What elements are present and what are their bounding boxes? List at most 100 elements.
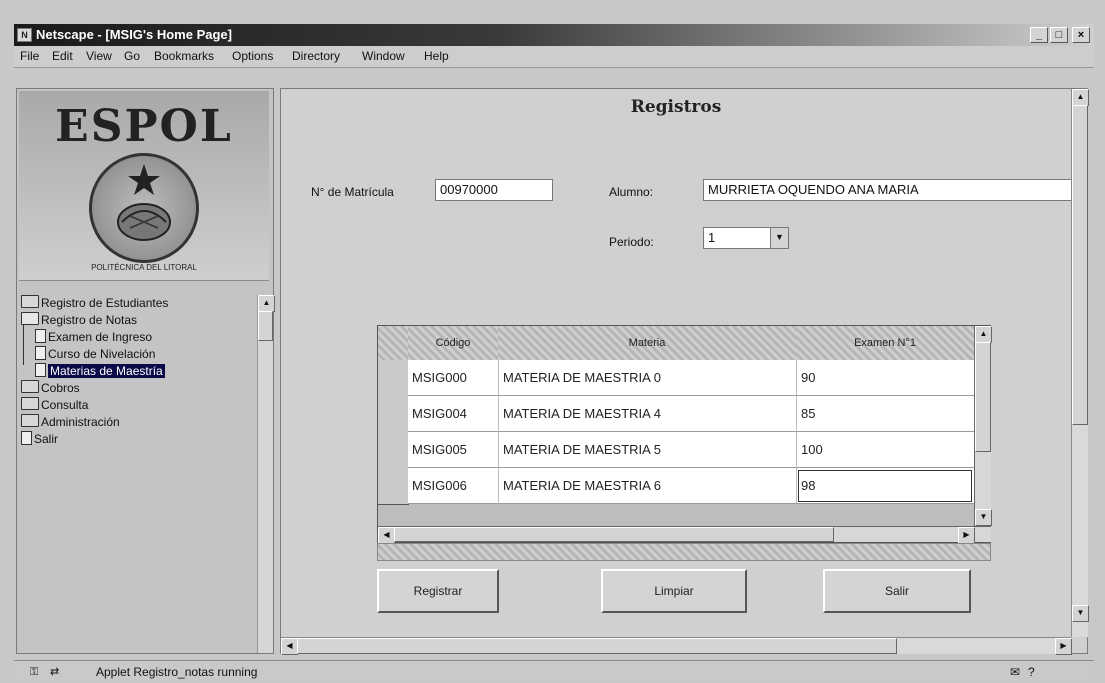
scroll-up-icon[interactable]: ▲ (258, 295, 275, 312)
cell-nota-editing[interactable]: 98 (796, 468, 974, 504)
menu-edit[interactable]: Edit (52, 49, 73, 63)
notas-table: Código Materia Examen N°1 MSIG000 MATERI… (377, 325, 992, 544)
document-icon (35, 363, 46, 377)
mail-icon[interactable]: ✉ (1010, 661, 1020, 683)
folder-open-icon (21, 312, 39, 325)
tree-item-administracion[interactable]: Administración (21, 414, 120, 430)
navigation-tree: Registro de Estudiantes Registro de Nota… (21, 295, 249, 595)
periodo-select[interactable]: 1 ▼ (703, 227, 789, 249)
menu-go[interactable]: Go (124, 49, 140, 63)
folder-icon (21, 380, 39, 393)
navigation-frame: ESPOL POLITÉCNICA DEL LITORAL Registro d… (16, 88, 275, 654)
menu-help[interactable]: Help (424, 49, 449, 63)
periodo-label: Periodo: (609, 235, 654, 249)
tree-item-registro-estudiantes[interactable]: Registro de Estudiantes (21, 295, 168, 311)
alumno-label: Alumno: (609, 185, 654, 199)
row-header[interactable] (378, 468, 409, 505)
row-header[interactable] (378, 432, 409, 469)
tree-item-salir[interactable]: Salir (21, 431, 58, 447)
scroll-thumb[interactable] (258, 311, 273, 341)
connection-icon: ⇄ (50, 666, 60, 678)
window-titlebar: N Netscape - [MSIG's Home Page] _ □ × (14, 24, 1094, 46)
scroll-right-icon[interactable]: ▶ (1055, 638, 1072, 655)
column-header-codigo[interactable]: Código (408, 326, 499, 361)
help-question-icon[interactable]: ? (1028, 661, 1035, 683)
document-icon (21, 431, 32, 445)
espol-logo: ESPOL POLITÉCNICA DEL LITORAL (19, 91, 269, 281)
netscape-app-icon[interactable]: N (17, 28, 32, 42)
chevron-down-icon[interactable]: ▼ (770, 228, 788, 248)
column-header-examen[interactable]: Examen N°1 (796, 326, 975, 361)
menu-file[interactable]: File (20, 49, 39, 63)
cell-nota[interactable]: 90 (796, 360, 974, 396)
cell-codigo[interactable]: MSIG006 (408, 468, 498, 504)
tree-item-cobros[interactable]: Cobros (21, 380, 80, 396)
matricula-label: N° de Matrícula (311, 185, 394, 199)
matricula-input[interactable]: 00970000 (435, 179, 553, 201)
table-row[interactable]: MSIG004 MATERIA DE MAESTRIA 4 85 (378, 396, 974, 433)
scroll-up-icon[interactable]: ▲ (975, 326, 992, 343)
cell-materia[interactable]: MATERIA DE MAESTRIA 4 (498, 396, 796, 432)
tree-item-consulta[interactable]: Consulta (21, 397, 88, 413)
scroll-thumb[interactable] (394, 527, 834, 542)
logo-wordmark: ESPOL (55, 101, 233, 152)
cell-materia[interactable]: MATERIA DE MAESTRIA 6 (498, 468, 796, 504)
minimize-button[interactable]: _ (1030, 27, 1048, 43)
seal-emblem-icon (117, 164, 171, 241)
scroll-up-icon[interactable]: ▲ (1072, 89, 1089, 106)
page-vertical-scrollbar[interactable]: ▲ ▼ (1071, 89, 1089, 637)
table-row[interactable]: MSIG000 MATERIA DE MAESTRIA 0 90 (378, 360, 974, 397)
table-row[interactable]: MSIG006 MATERIA DE MAESTRIA 6 98 (378, 468, 974, 505)
page-title: Registros (630, 97, 722, 117)
menu-view[interactable]: View (86, 49, 112, 63)
limpiar-button[interactable]: Limpiar (601, 569, 747, 613)
espol-seal-icon (89, 153, 199, 263)
menu-options[interactable]: Options (232, 49, 273, 63)
tree-item-examen-ingreso[interactable]: Examen de Ingreso (35, 329, 152, 345)
maximize-button[interactable]: □ (1050, 27, 1068, 43)
cell-codigo[interactable]: MSIG000 (408, 360, 498, 396)
scroll-thumb[interactable] (975, 342, 991, 452)
folder-icon (21, 295, 39, 308)
tree-scrollbar[interactable]: ▲ (257, 295, 275, 653)
document-icon (35, 346, 46, 360)
scroll-thumb[interactable] (1072, 105, 1088, 425)
scroll-right-icon[interactable]: ▶ (958, 527, 975, 544)
table-footer-bar (377, 543, 991, 561)
tree-item-registro-notas[interactable]: Registro de Notas (21, 312, 137, 328)
scroll-thumb[interactable] (297, 638, 897, 654)
column-header-materia[interactable]: Materia (498, 326, 797, 361)
tree-item-curso-nivelacion[interactable]: Curso de Nivelación (35, 346, 155, 362)
scroll-left-icon[interactable]: ◀ (378, 527, 395, 544)
scroll-down-icon[interactable]: ▼ (975, 509, 992, 526)
cell-materia[interactable]: MATERIA DE MAESTRIA 0 (498, 360, 796, 396)
content-frame: Registros N° de Matrícula 00970000 Alumn… (280, 88, 1089, 655)
scroll-left-icon[interactable]: ◀ (281, 638, 298, 655)
status-bar: ⚿ ⇄ Applet Registro_notas running ✉ ? (14, 660, 1094, 682)
cell-nota[interactable]: 100 (796, 432, 974, 468)
menu-directory[interactable]: Directory (292, 49, 340, 63)
document-icon (35, 329, 46, 343)
cell-codigo[interactable]: MSIG004 (408, 396, 498, 432)
registrar-button[interactable]: Registrar (377, 569, 499, 613)
page-horizontal-scrollbar[interactable]: ◀ ▶ (281, 637, 1072, 655)
cell-nota[interactable]: 85 (796, 396, 974, 432)
cell-codigo[interactable]: MSIG005 (408, 432, 498, 468)
salir-button[interactable]: Salir (823, 569, 971, 613)
row-header[interactable] (378, 360, 409, 397)
menu-window[interactable]: Window (362, 49, 405, 63)
menu-bookmarks[interactable]: Bookmarks (154, 49, 214, 63)
table-row[interactable]: MSIG005 MATERIA DE MAESTRIA 5 100 (378, 432, 974, 469)
table-vertical-scrollbar[interactable]: ▲ ▼ (974, 326, 992, 526)
periodo-selected-value: 1 (708, 230, 716, 245)
tree-item-materias-maestria[interactable]: Materias de Maestría (35, 363, 165, 379)
logo-caption: POLITÉCNICA DEL LITORAL (91, 263, 197, 272)
window-title: Netscape - [MSIG's Home Page] (36, 27, 232, 42)
security-key-icon[interactable]: ⚿ (30, 661, 38, 683)
scroll-down-icon[interactable]: ▼ (1072, 605, 1089, 622)
row-header[interactable] (378, 396, 409, 433)
cell-materia[interactable]: MATERIA DE MAESTRIA 5 (498, 432, 796, 468)
table-horizontal-scrollbar[interactable]: ◀ ▶ (378, 526, 991, 544)
close-button[interactable]: × (1072, 27, 1090, 43)
alumno-input[interactable]: MURRIETA OQUENDO ANA MARIA (703, 179, 1077, 201)
